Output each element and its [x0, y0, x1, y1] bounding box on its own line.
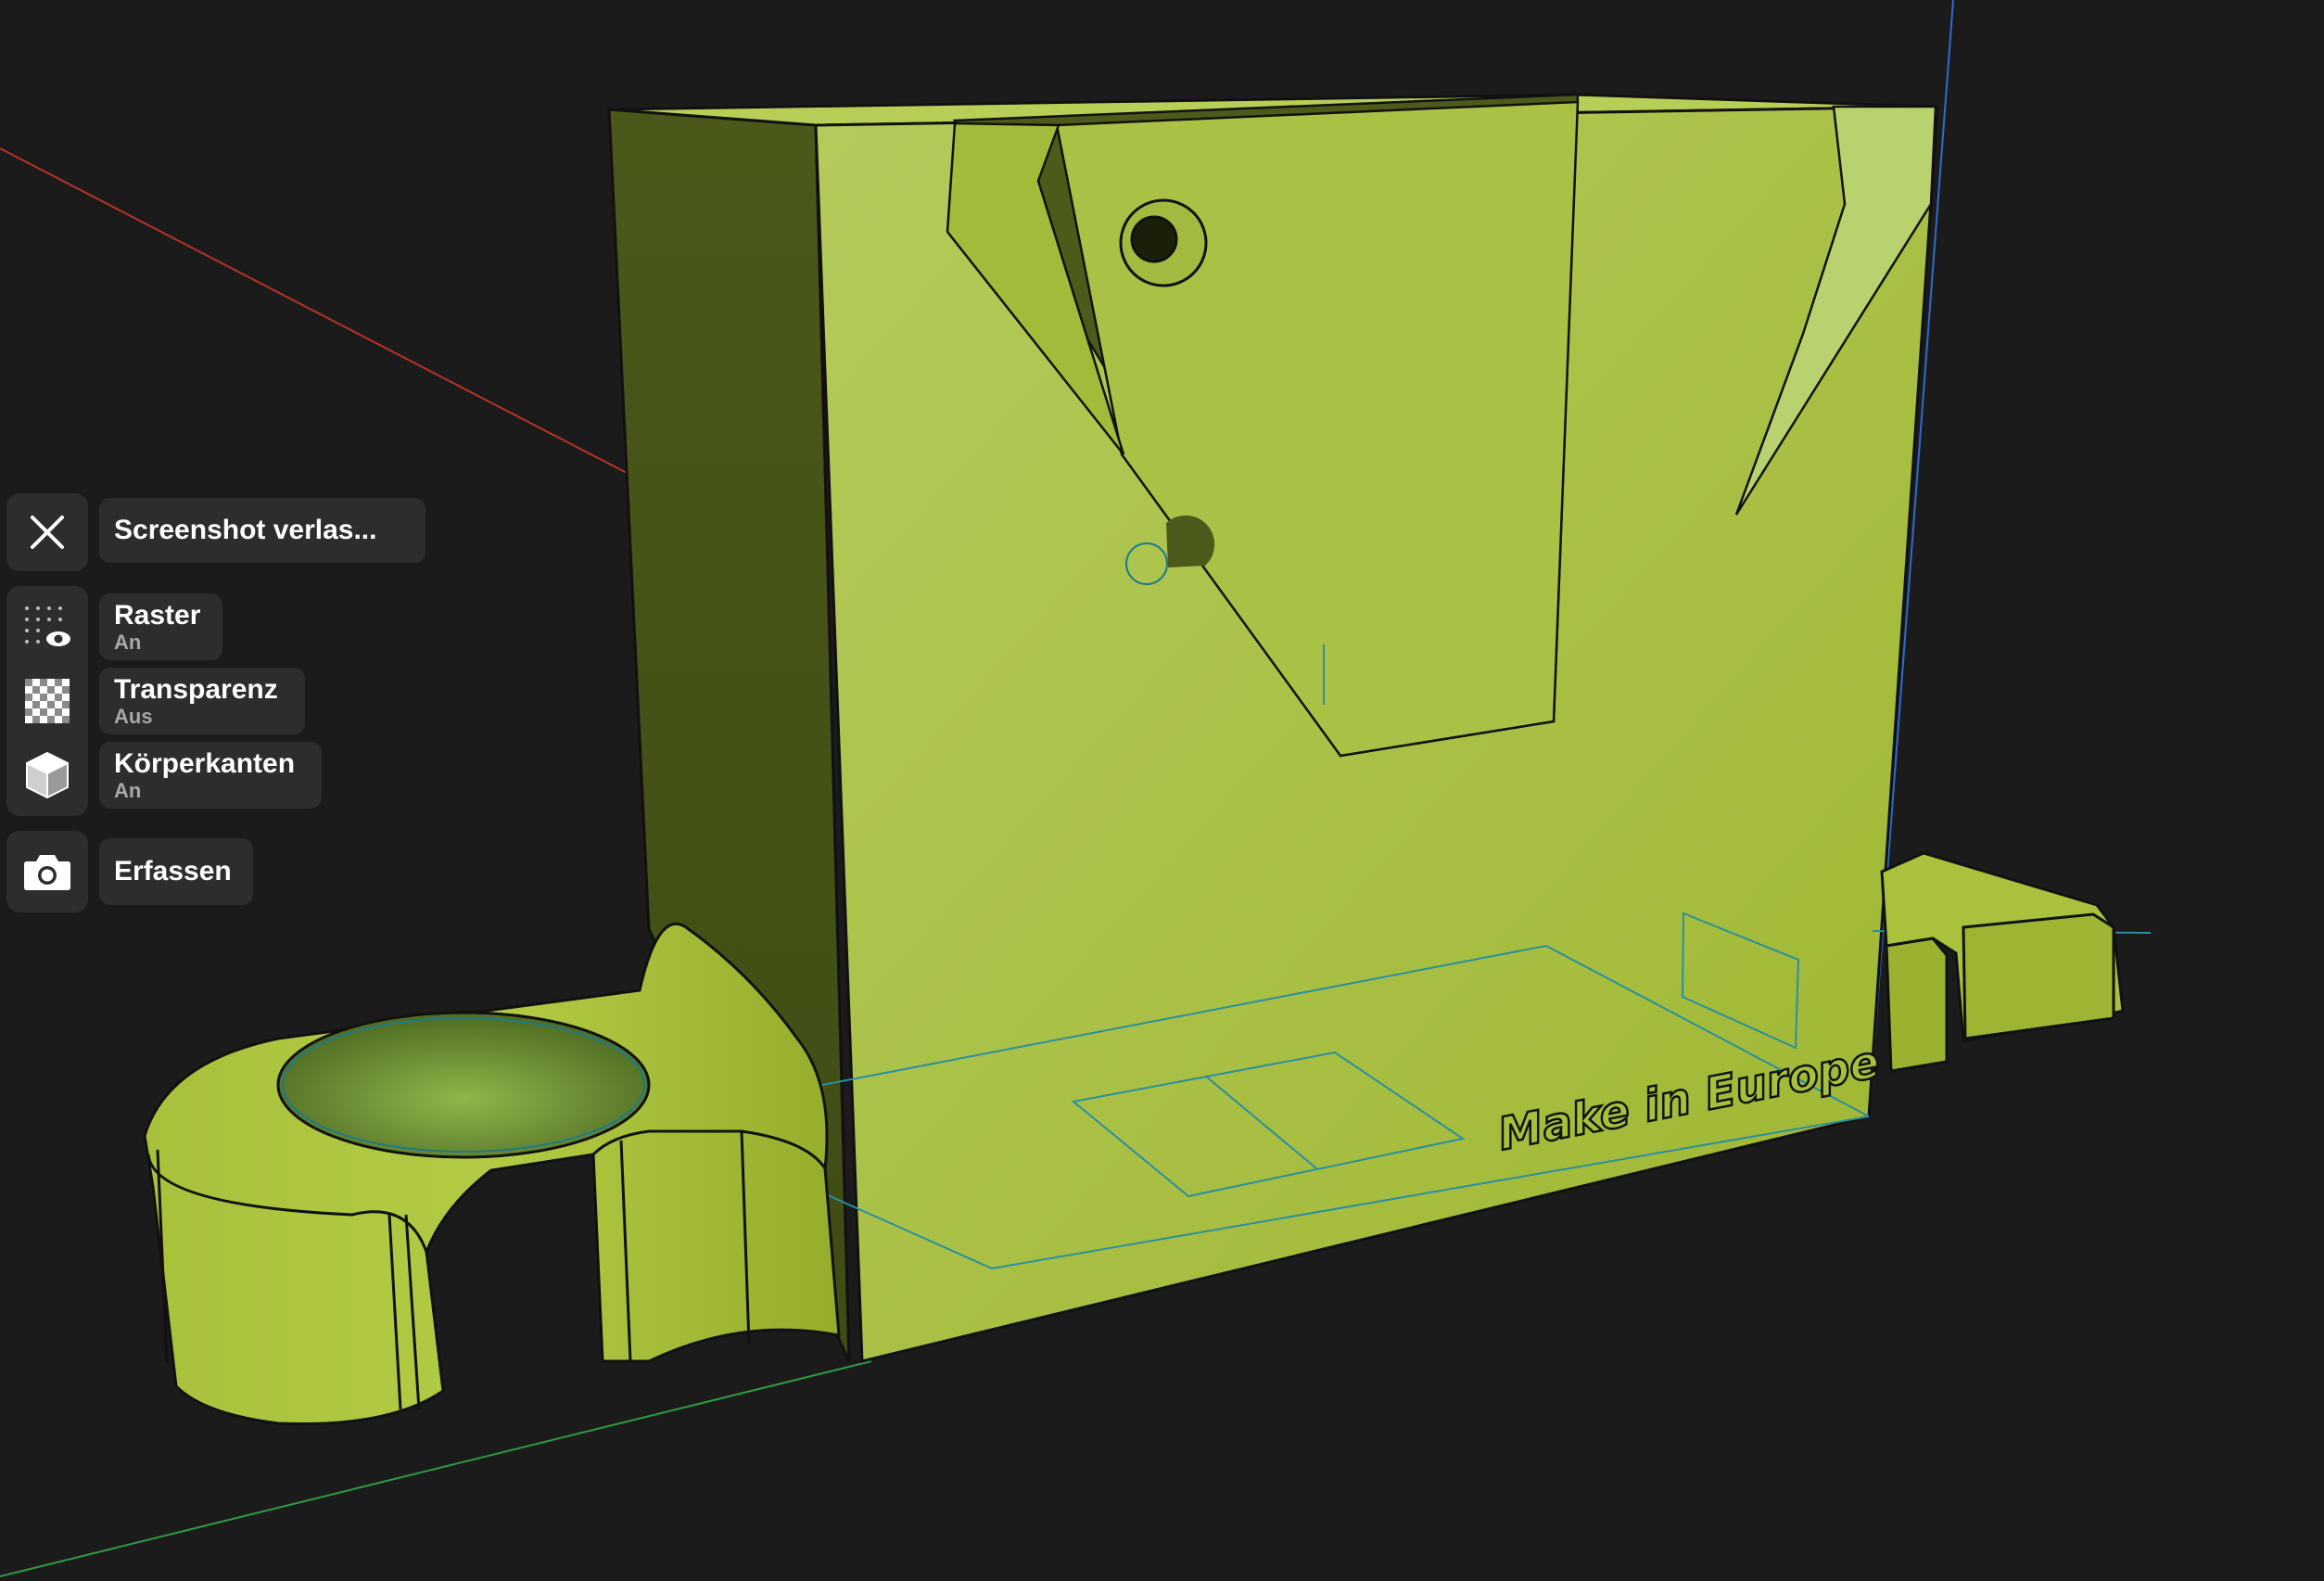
3d-viewport[interactable]: Make in Europe	[0, 0, 2324, 1581]
transparency-toggle-button[interactable]	[6, 666, 88, 736]
hook-ring-hole	[276, 1011, 651, 1159]
capture-label: Erfassen	[114, 856, 232, 886]
close-label: Screenshot verlas...	[114, 515, 377, 545]
model-canvas[interactable]: Make in Europe	[0, 0, 2324, 1581]
body-edges-toggle-button[interactable]	[6, 740, 88, 810]
capture-button[interactable]	[6, 831, 88, 912]
transparency-option-pill[interactable]: Transparenz Aus	[99, 668, 305, 734]
grid-toggle-button[interactable]	[6, 593, 88, 664]
body-edges-option-label: Körperkanten	[114, 748, 296, 779]
grid-option-pill[interactable]: Raster An	[99, 593, 222, 660]
grid-option-state: An	[114, 631, 142, 654]
grid-visibility-icon	[25, 606, 70, 646]
body-edges-option-state: An	[114, 779, 142, 802]
transparency-option-label: Transparenz	[114, 674, 278, 705]
transparency-option-state: Aus	[114, 705, 153, 728]
body-edges-option-pill[interactable]: Körperkanten An	[99, 742, 322, 809]
close-icon	[31, 516, 64, 549]
close-button[interactable]	[6, 493, 88, 571]
cube-icon	[26, 752, 69, 798]
right-hook	[1880, 851, 2125, 1073]
capture-label-pill[interactable]: Erfassen	[99, 838, 253, 905]
close-label-pill[interactable]: Screenshot verlas...	[99, 498, 425, 563]
left-hook	[143, 922, 841, 1426]
grid-option-label: Raster	[114, 600, 201, 631]
checkerboard-icon	[25, 679, 70, 723]
x-axis-line	[0, 147, 631, 476]
screw-hole-inner	[1130, 215, 1178, 263]
camera-icon	[24, 855, 70, 890]
